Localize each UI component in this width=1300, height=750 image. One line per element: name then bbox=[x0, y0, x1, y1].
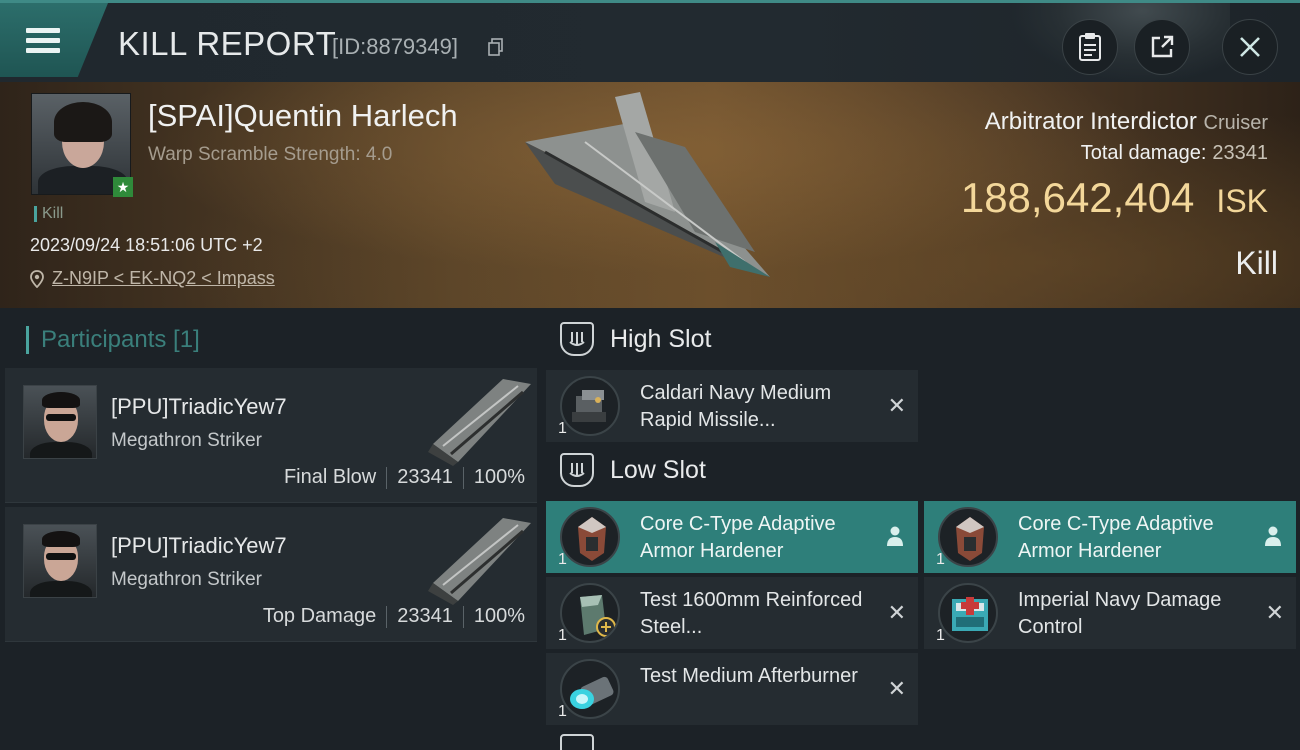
total-damage-label: Total damage: bbox=[1080, 142, 1207, 164]
kill-tag: Kill bbox=[34, 206, 63, 222]
armor-hardener-icon bbox=[560, 507, 620, 567]
module-name: Core C-Type Adaptive Armor Hardener bbox=[1018, 513, 1214, 562]
high-slot-header: High Slot bbox=[560, 322, 711, 356]
participant-stats: Top Damage 23341 100% bbox=[263, 605, 525, 628]
isk-unit: ISK bbox=[1216, 183, 1268, 219]
kill-location[interactable]: Z-N9IP < EK-NQ2 < Impass bbox=[30, 268, 275, 289]
victim-ship-image bbox=[525, 92, 770, 277]
participant-ship: Megathron Striker bbox=[111, 430, 263, 451]
module-quantity: 1 bbox=[558, 420, 567, 437]
module-name: Test 1600mm Reinforced Steel... bbox=[640, 589, 863, 638]
mid-slot-icon bbox=[560, 734, 594, 750]
module-item[interactable]: 1 Imperial Navy Damage Control ✕ bbox=[924, 577, 1296, 649]
share-icon bbox=[1151, 35, 1174, 58]
participant-row[interactable]: [PPU]TriadicYew7 Megathron Striker Top D… bbox=[5, 507, 537, 642]
participants-header: Participants [1] bbox=[26, 326, 200, 354]
clipboard-button[interactable] bbox=[1062, 19, 1118, 75]
isk-value: 188,642,404 ISK bbox=[961, 174, 1268, 222]
low-slot-header: Low Slot bbox=[560, 453, 706, 487]
participant-ship-image bbox=[428, 379, 531, 466]
header-bar: KILL REPORT [ID:8879349] bbox=[0, 0, 1300, 83]
participant-percent: 100% bbox=[473, 466, 525, 488]
warp-scramble-strength: Warp Scramble Strength: 4.0 bbox=[148, 144, 393, 165]
damage-control-icon bbox=[938, 583, 998, 643]
clipboard-icon bbox=[1079, 33, 1101, 61]
afterburner-icon bbox=[560, 659, 620, 719]
high-slot-label: High Slot bbox=[610, 324, 712, 353]
module-name: Core C-Type Adaptive Armor Hardener bbox=[640, 513, 836, 562]
module-item[interactable]: 1 Test Medium Afterburner ✕ bbox=[546, 653, 918, 725]
participant-avatar[interactable] bbox=[23, 524, 97, 598]
share-button[interactable] bbox=[1134, 19, 1190, 75]
participant-label: Top Damage bbox=[262, 605, 377, 627]
participant-name: [PPU]TriadicYew7 bbox=[111, 533, 287, 558]
planet-backdrop bbox=[1010, 3, 1230, 83]
module-quantity: 1 bbox=[936, 551, 945, 568]
module-name: Test Medium Afterburner bbox=[640, 665, 858, 687]
victim-name[interactable]: [SPAI]Quentin Harlech bbox=[148, 98, 458, 134]
participant-ship-image bbox=[428, 518, 531, 605]
low-slot-icon bbox=[560, 453, 594, 487]
armor-hardener-icon bbox=[938, 507, 998, 567]
module-quantity: 1 bbox=[558, 551, 567, 568]
fitting-panel: High Slot 1 Caldari Navy Medium Rapid Mi… bbox=[540, 308, 1300, 750]
participant-percent: 100% bbox=[473, 605, 525, 627]
low-slot-label: Low Slot bbox=[610, 455, 706, 484]
location-pin-icon bbox=[30, 269, 44, 288]
participant-label: Final Blow bbox=[283, 466, 377, 488]
module-quantity: 1 bbox=[558, 627, 567, 644]
missile-launcher-icon bbox=[560, 376, 620, 436]
participant-row[interactable]: [PPU]TriadicYew7 Megathron Striker Final… bbox=[5, 368, 537, 503]
location-link[interactable]: Z-N9IP < EK-NQ2 < Impass bbox=[52, 268, 275, 289]
destroyed-icon: ✕ bbox=[1265, 600, 1284, 625]
participants-panel: Participants [1] [PPU]TriadicYew7 Megath… bbox=[0, 308, 540, 750]
module-quantity: 1 bbox=[936, 627, 945, 644]
total-damage: Total damage: 23341 bbox=[1081, 142, 1268, 165]
participant-ship: Megathron Striker bbox=[111, 569, 263, 590]
close-icon bbox=[1240, 37, 1260, 57]
result-label: Kill bbox=[1235, 245, 1278, 281]
isk-amount: 188,642,404 bbox=[960, 174, 1195, 221]
kill-datetime: 2023/09/24 18:51:06 UTC +2 bbox=[30, 235, 263, 255]
ship-class: Cruiser bbox=[1203, 112, 1268, 134]
menu-button[interactable] bbox=[0, 3, 108, 77]
close-button[interactable] bbox=[1222, 19, 1278, 75]
ship-name: Arbitrator Interdictor bbox=[984, 108, 1197, 135]
page-title: KILL REPORT bbox=[118, 25, 337, 62]
destroyed-icon: ✕ bbox=[887, 676, 906, 701]
module-item[interactable]: 1 Core C-Type Adaptive Armor Hardener bbox=[924, 501, 1296, 573]
dropped-item-icon bbox=[887, 526, 903, 546]
participant-stats: Final Blow 23341 100% bbox=[284, 466, 525, 489]
module-item[interactable]: 1 Caldari Navy Medium Rapid Missile... ✕ bbox=[546, 370, 918, 442]
victim-banner: ★ [SPAI]Quentin Harlech Warp Scramble St… bbox=[0, 82, 1300, 308]
participant-damage: 23341 bbox=[397, 466, 453, 488]
participant-damage: 23341 bbox=[397, 605, 453, 627]
high-slot-icon bbox=[560, 322, 594, 356]
destroyed-icon: ✕ bbox=[887, 600, 906, 625]
menu-icon bbox=[26, 23, 60, 58]
star-icon: ★ bbox=[113, 177, 133, 197]
total-damage-value: 23341 bbox=[1212, 142, 1268, 164]
destroyed-icon: ✕ bbox=[887, 393, 906, 418]
mid-slot-header bbox=[560, 734, 594, 750]
module-item[interactable]: 1 Test 1600mm Reinforced Steel... ✕ bbox=[546, 577, 918, 649]
module-item[interactable]: 1 Core C-Type Adaptive Armor Hardener bbox=[546, 501, 918, 573]
module-name: Imperial Navy Damage Control bbox=[1018, 589, 1222, 638]
report-id: [ID:8879349] bbox=[332, 34, 458, 59]
participant-avatar[interactable] bbox=[23, 385, 97, 459]
module-quantity: 1 bbox=[558, 703, 567, 720]
victim-ship[interactable]: Arbitrator Interdictor Cruiser bbox=[985, 108, 1268, 136]
armor-plate-icon bbox=[560, 583, 620, 643]
participant-name: [PPU]TriadicYew7 bbox=[111, 394, 287, 419]
module-name: Caldari Navy Medium Rapid Missile... bbox=[640, 382, 832, 431]
copy-icon[interactable] bbox=[488, 38, 504, 56]
dropped-item-icon bbox=[1265, 526, 1281, 546]
